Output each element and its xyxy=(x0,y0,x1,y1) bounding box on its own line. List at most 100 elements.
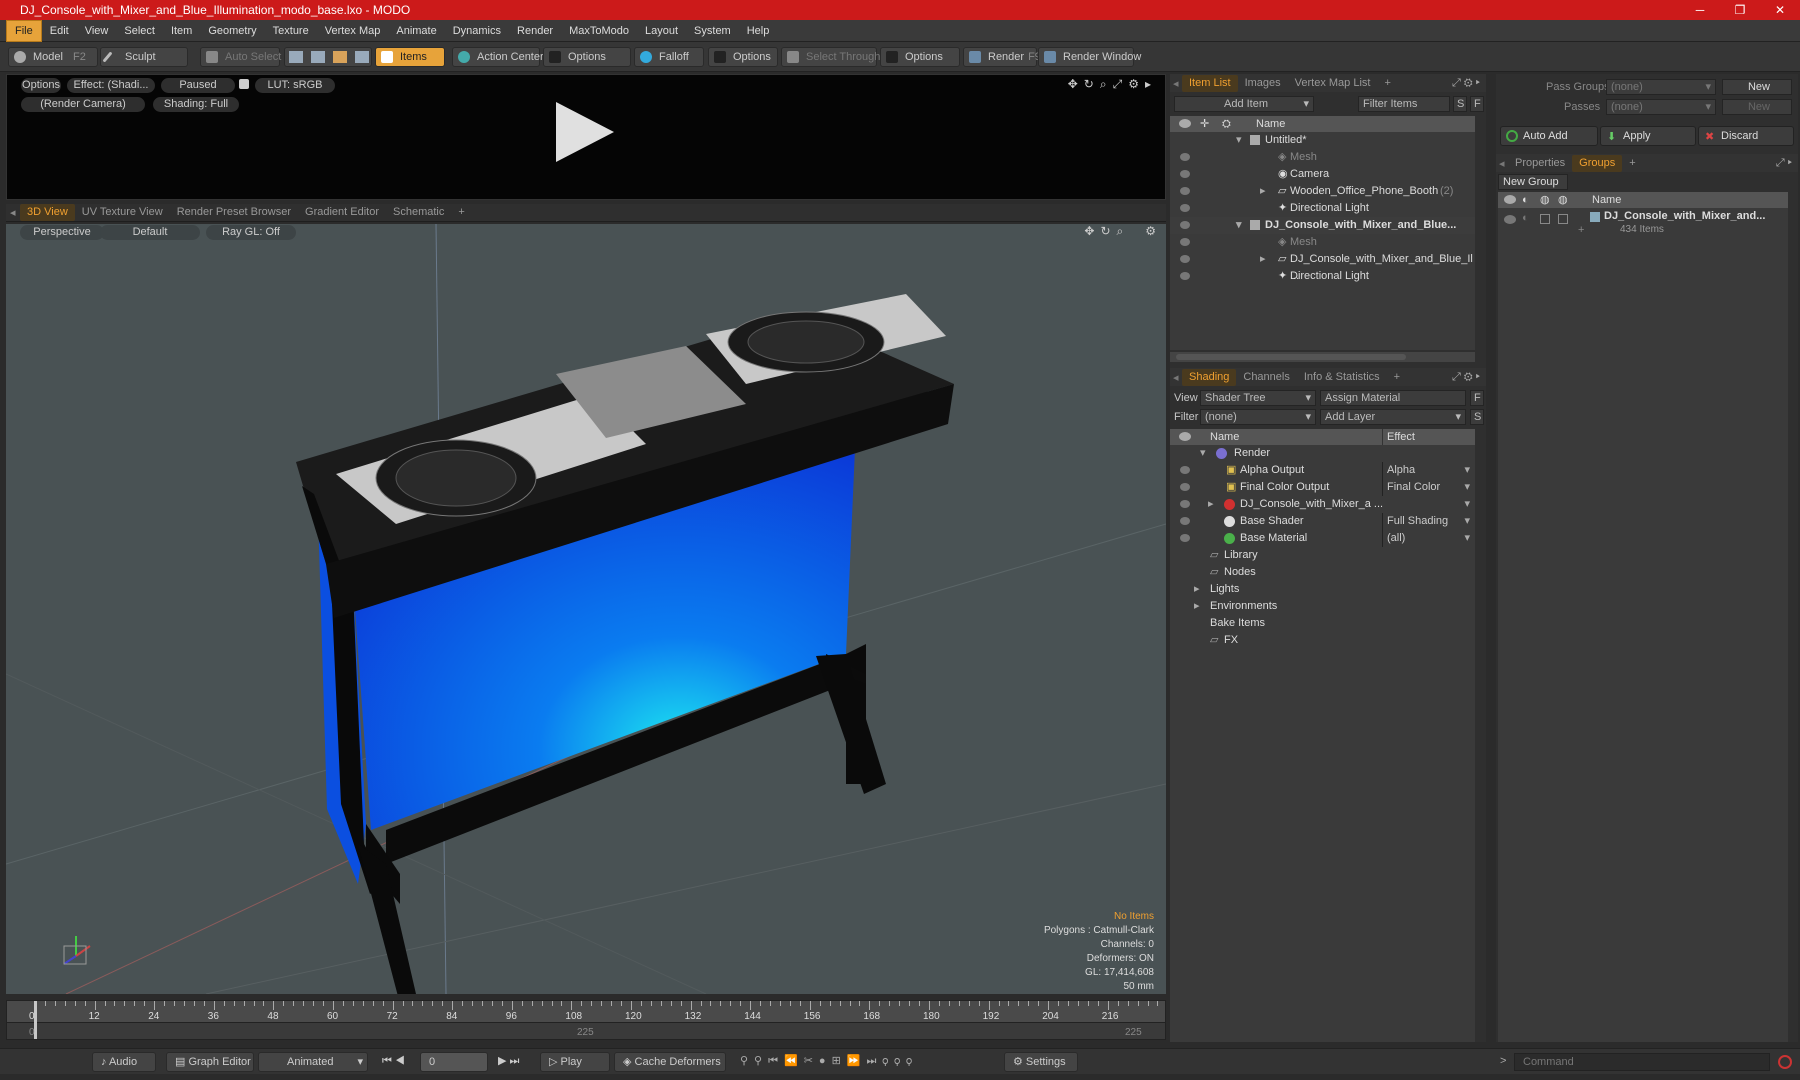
tree-row[interactable]: ▸ Environments xyxy=(1170,598,1475,615)
name-column-header[interactable]: Name xyxy=(1592,192,1621,208)
tab-properties[interactable]: Properties xyxy=(1508,155,1572,172)
audio-button[interactable]: ♪ Audio xyxy=(92,1052,156,1072)
lock-icon[interactable] xyxy=(239,79,249,89)
maximize-icon[interactable]: ⤢ xyxy=(1113,77,1123,92)
tab-schematic[interactable]: Schematic xyxy=(386,204,451,221)
minimize-button[interactable]: ─ xyxy=(1680,0,1720,20)
filter-items-field[interactable]: Filter Items xyxy=(1358,96,1450,112)
discard-button[interactable]: ✖ Discard xyxy=(1698,126,1794,146)
next-key-buttons[interactable]: ▶ ⏭ xyxy=(490,1052,536,1072)
tab-info-statistics[interactable]: Info & Statistics xyxy=(1297,369,1387,386)
add-tab-icon[interactable]: + xyxy=(1387,369,1407,386)
render-options-button[interactable]: Options xyxy=(21,78,61,93)
shader-view-dropdown[interactable]: Shader Tree ▾ xyxy=(1200,390,1316,406)
menu-system[interactable]: System xyxy=(686,21,739,41)
auto-add-button[interactable]: Auto Add xyxy=(1500,126,1598,146)
select-through-options[interactable]: Options xyxy=(880,47,960,67)
type-column-icon[interactable]: ⛭ xyxy=(1222,116,1231,132)
eye-icon[interactable] xyxy=(1504,215,1516,224)
render-button[interactable]: Render F9 xyxy=(963,47,1041,67)
sculpt-button[interactable]: Sculpt xyxy=(100,47,188,67)
scrollbar-thumb[interactable] xyxy=(1176,354,1406,360)
eye-icon[interactable] xyxy=(1180,170,1190,178)
vertices-mode-icon[interactable] xyxy=(289,51,303,63)
menu-edit[interactable]: Edit xyxy=(42,21,77,41)
viewport-3d[interactable]: Perspective Default Ray GL: Off ✥ ↻ ⌕ ⚙ xyxy=(6,224,1166,994)
edges-mode-icon[interactable] xyxy=(311,51,325,63)
cache-deformers-button[interactable]: ◈ Cache Deformers xyxy=(614,1052,726,1072)
eye-icon[interactable] xyxy=(1180,466,1190,474)
model-button[interactable]: Model F2 xyxy=(8,47,98,67)
tree-row[interactable]: ▣ Final Color Output Final Color xyxy=(1170,479,1475,496)
menu-maxtomodo[interactable]: MaxToModo xyxy=(561,21,637,41)
panel-options-icons[interactable]: ⤢ ⚙ ▸ xyxy=(1452,371,1486,384)
play-button[interactable]: ▷ Play xyxy=(540,1052,610,1072)
prev-key-buttons[interactable]: ⏮ ◀ xyxy=(374,1052,420,1072)
add-layer-dropdown[interactable]: Add Layer ▾ xyxy=(1320,409,1466,425)
materials-mode-icon[interactable] xyxy=(355,51,369,63)
tab-item-list[interactable]: Item List xyxy=(1182,74,1238,92)
panel-menu-icon[interactable]: ◂ xyxy=(1170,371,1182,384)
select-checkbox[interactable] xyxy=(1558,214,1568,224)
tree-row[interactable]: ▸ DJ_Console_with_Mixer_a ... xyxy=(1170,496,1475,513)
list-item[interactable]: ◈ Mesh xyxy=(1170,234,1475,251)
render-toggle-icon[interactable]: ◐ xyxy=(1522,212,1529,224)
paused-toggle[interactable]: Paused xyxy=(161,78,235,93)
list-item[interactable]: ✦ Directional Light xyxy=(1170,200,1475,217)
menu-view[interactable]: View xyxy=(77,21,117,41)
list-item[interactable]: ◉ Camera xyxy=(1170,166,1475,183)
eye-icon[interactable] xyxy=(1180,483,1190,491)
tree-row[interactable]: ▱ Nodes xyxy=(1170,564,1475,581)
select-through-button[interactable]: Select Through xyxy=(781,47,880,67)
record-icon[interactable] xyxy=(1778,1055,1792,1069)
tab-render-preset-browser[interactable]: Render Preset Browser xyxy=(170,204,298,221)
menu-render[interactable]: Render xyxy=(509,21,561,41)
render-window-button[interactable]: Render Window xyxy=(1038,47,1141,67)
gear-icon[interactable]: ⚙ xyxy=(1128,77,1139,92)
group-row[interactable]: ◐ + DJ_Console_with_Mixer_and... 434 Ite… xyxy=(1498,210,1788,242)
eye-icon[interactable] xyxy=(1180,517,1190,525)
search-toggle-button[interactable]: S xyxy=(1470,409,1484,425)
panel-menu-icon[interactable]: ◂ xyxy=(6,206,20,219)
menu-file[interactable]: File xyxy=(6,19,42,42)
tree-row[interactable]: ▸ Lights xyxy=(1170,581,1475,598)
list-item[interactable]: ◈ Mesh xyxy=(1170,149,1475,166)
filter-dropdown[interactable]: (none) ▾ xyxy=(1200,409,1316,425)
add-tab-icon[interactable]: + xyxy=(1622,155,1642,172)
arrow-right-icon[interactable]: ▸ xyxy=(1145,77,1151,92)
move-icon[interactable]: ✥ xyxy=(1068,77,1078,92)
new-group-button[interactable]: New Group xyxy=(1498,174,1568,190)
menu-select[interactable]: Select xyxy=(116,21,163,41)
visibility-column-icon[interactable] xyxy=(1179,432,1191,441)
tree-row[interactable]: ▣ Alpha Output Alpha xyxy=(1170,462,1475,479)
tree-row[interactable]: ▱ Library xyxy=(1170,547,1475,564)
list-item[interactable]: ▸ ▱ Wooden_Office_Phone_Booth (2) xyxy=(1170,183,1475,200)
expand-icon[interactable]: ▸ xyxy=(1194,598,1200,615)
menu-texture[interactable]: Texture xyxy=(265,21,317,41)
tab-gradient-editor[interactable]: Gradient Editor xyxy=(298,204,386,221)
tab-vertex-map-list[interactable]: Vertex Map List xyxy=(1288,75,1378,92)
tab-uv-texture-view[interactable]: UV Texture View xyxy=(75,204,170,221)
menu-layout[interactable]: Layout xyxy=(637,21,686,41)
command-input[interactable] xyxy=(1514,1053,1770,1071)
shading-dropdown[interactable]: Shading: Full xyxy=(153,97,239,112)
filter-toggle-button[interactable]: F xyxy=(1470,96,1484,112)
tab-channels[interactable]: Channels xyxy=(1236,369,1296,386)
menu-dynamics[interactable]: Dynamics xyxy=(445,21,509,41)
eye-icon[interactable] xyxy=(1180,204,1190,212)
expand-icon[interactable]: ▸ xyxy=(1260,183,1266,200)
effect-column-header[interactable]: Effect xyxy=(1382,429,1415,445)
maximize-button[interactable]: ❐ xyxy=(1720,0,1760,20)
search-toggle-button[interactable]: S xyxy=(1453,96,1467,112)
pass-groups-dropdown[interactable]: (none) ▾ xyxy=(1606,79,1716,95)
eye-icon[interactable] xyxy=(1180,272,1190,280)
effect-dropdown[interactable]: Final Color xyxy=(1382,479,1474,496)
menu-geometry[interactable]: Geometry xyxy=(200,21,264,41)
lut-dropdown[interactable]: LUT: sRGB xyxy=(255,78,335,93)
filter-toggle-button[interactable]: F xyxy=(1470,390,1484,406)
tab-groups[interactable]: Groups xyxy=(1572,154,1623,172)
tree-row[interactable]: ▱ FX xyxy=(1170,632,1475,649)
items-mode-button[interactable]: Items xyxy=(375,47,445,67)
timeline[interactable]: 0 12 24 36 48 60 72 84 96 108 120 132 144 156 168 180 19… xyxy=(6,1000,1166,1040)
lock-column-icon[interactable]: ✛ xyxy=(1200,116,1209,132)
